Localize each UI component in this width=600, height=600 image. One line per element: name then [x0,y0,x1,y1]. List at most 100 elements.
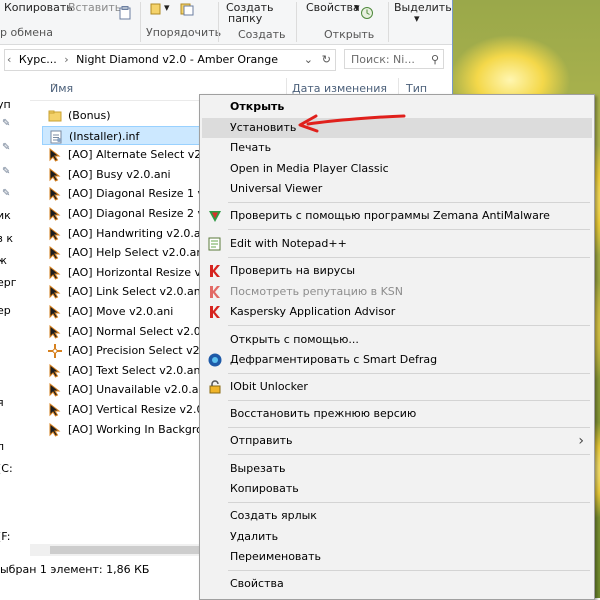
address-path-box[interactable]: ‹ Курс... › Night Diamond v2.0 - Amber O… [4,49,336,71]
move-dropdown-arrow-icon[interactable]: ▾ [164,1,170,14]
file-name: [AO] Diagonal Resize 1 v2 [68,187,212,201]
cursor-icon [49,246,61,260]
menu-cut[interactable]: Вырезать [202,459,592,479]
menu-copy[interactable]: Копировать [202,479,592,499]
file-name: [AO] Help Select v2.0.ani [68,246,207,260]
cursor-icon [49,187,61,202]
cursor-icon [49,207,61,221]
breadcrumb-separator: › [64,53,69,66]
nav-item-drive-f[interactable]: (F: [0,530,10,543]
annotation-arrow-icon [298,114,406,133]
properties-button[interactable]: Свойства [306,1,360,14]
status-text: ыбран 1 элемент: 1,86 КБ [0,563,150,576]
cursor-icon [49,148,61,162]
cursor-icon [49,167,61,182]
nav-item[interactable]: уп [0,98,11,111]
file-name: [AO] Unavailable v2.0.ani [68,383,209,397]
nav-item[interactable]: я [0,396,4,409]
nav-item[interactable]: ж [0,254,7,267]
search-icon[interactable]: ⚲ [431,50,439,70]
ribbon-separator [388,2,389,42]
open-group-label: Открыть [324,28,375,41]
smart-defrag-icon [208,353,222,367]
file-name: (Bonus) [68,109,111,122]
notepad-plus-icon [208,237,221,251]
menu-smart-defrag[interactable]: Дефрагментировать с Smart Defrag [202,350,592,370]
file-name: [AO] Vertical Resize v2.0.a [68,403,214,416]
scrollbar-thumb[interactable] [50,546,200,554]
paste-button[interactable]: Вставить [68,1,121,14]
select-dropdown-arrow-icon[interactable]: ▾ [414,12,420,25]
menu-check-virus[interactable]: Проверить на вирусы [202,261,592,281]
menu-print[interactable]: Печать [202,138,592,158]
menu-separator [228,257,590,258]
refresh-icon[interactable]: ↻ [322,50,331,70]
organize-group-label: Упорядочить [146,26,222,39]
menu-create-shortcut[interactable]: Создать ярлык [202,506,592,526]
nav-item[interactable]: ер [0,304,11,317]
address-bar: ‹ Курс... › Night Diamond v2.0 - Amber O… [0,46,452,74]
menu-separator [228,454,590,455]
file-name: [AO] Alternate Select v2.0 [68,148,212,162]
file-name: [AO] Handwriting v2.0.ani [68,226,211,240]
cursor-icon [49,265,61,280]
file-name: [AO] Busy v2.0.ani [68,167,171,181]
cursor-icon [49,363,61,378]
breadcrumb-course[interactable]: Курс... [19,53,57,66]
menu-send-to[interactable]: Отправить › [202,431,592,451]
cursor-icon [49,305,61,319]
menu-iobit-unlocker[interactable]: IObit Unlocker [202,377,592,397]
menu-universal-viewer[interactable]: Universal Viewer [202,179,592,199]
file-name: [AO] Diagonal Resize 2 v2 [68,207,212,220]
menu-rename[interactable]: Переименовать [202,547,592,567]
nav-item[interactable]: ерг [0,276,17,289]
pin-icon: ✎ [2,142,11,153]
menu-properties[interactable]: Свойства [202,574,592,594]
properties-dropdown-arrow-icon[interactable]: ▾ [354,1,360,14]
cursor-icon [49,226,61,241]
back-arrow-icon[interactable]: ‹ [7,53,11,66]
breadcrumb-current-folder[interactable]: Night Diamond v2.0 - Amber Orange [76,53,278,66]
cursor-icon [49,403,61,417]
file-name: [AO] Normal Select v2.0.ar [68,324,216,338]
menu-open-mpc[interactable]: Open in Media Player Classic [202,159,592,179]
menu-zemana[interactable]: Проверить с помощью программы Zemana Ant… [202,206,592,226]
menu-notepad[interactable]: Edit with Notepad++ [202,234,592,254]
file-row-selected[interactable]: (Installer).inf [42,125,200,145]
menu-open-with[interactable]: Открыть с помощью... [202,330,592,350]
menu-kaspersky-advisor[interactable]: Kaspersky Application Advisor [202,302,592,322]
search-input[interactable]: Поиск: Ni... ⚲ [344,49,444,69]
create-group-label: Создать [238,28,286,41]
move-to-icon[interactable] [150,2,164,16]
file-name: [AO] Move v2.0.ani [68,305,174,318]
clipboard-group-label: р обмена [0,26,53,39]
pin-icon: ✎ [2,188,11,199]
history-icon[interactable] [360,6,374,20]
copy-to-icon[interactable] [180,2,194,16]
zemana-shield-icon [209,211,221,222]
file-name: [AO] Text Select v2.0.ani [68,363,204,377]
select-button[interactable]: Выделить [394,1,452,14]
address-dropdown-icon[interactable]: ⌄ [304,50,313,70]
column-name[interactable]: Имя [50,82,73,95]
nav-item[interactable]: з к [0,232,13,245]
cursor-icon [49,324,61,339]
search-placeholder: Поиск: Ni... [351,53,415,66]
nav-item[interactable]: л [0,440,4,453]
file-name: [AO] Link Select v2.0.ani [68,285,204,299]
nav-item[interactable]: ик [0,209,11,222]
cursor-icon [49,285,61,300]
file-name: [AO] Precision Select v2.0 [68,344,211,358]
ribbon-separator [218,2,219,42]
menu-ksn-reputation: Посмотреть репутацию в KSN [202,282,592,302]
menu-separator [228,502,590,503]
menu-separator [228,325,590,326]
kaspersky-icon [210,306,220,318]
clipboard-icon[interactable] [118,6,132,20]
menu-delete[interactable]: Удалить [202,527,592,547]
copy-button[interactable]: Копировать [4,1,73,14]
nav-item-drive-c[interactable]: (C: [0,462,13,475]
new-folder-button-line2[interactable]: папку [228,12,262,25]
menu-separator [228,400,590,401]
menu-restore-version[interactable]: Восстановить прежнюю версию [202,404,592,424]
